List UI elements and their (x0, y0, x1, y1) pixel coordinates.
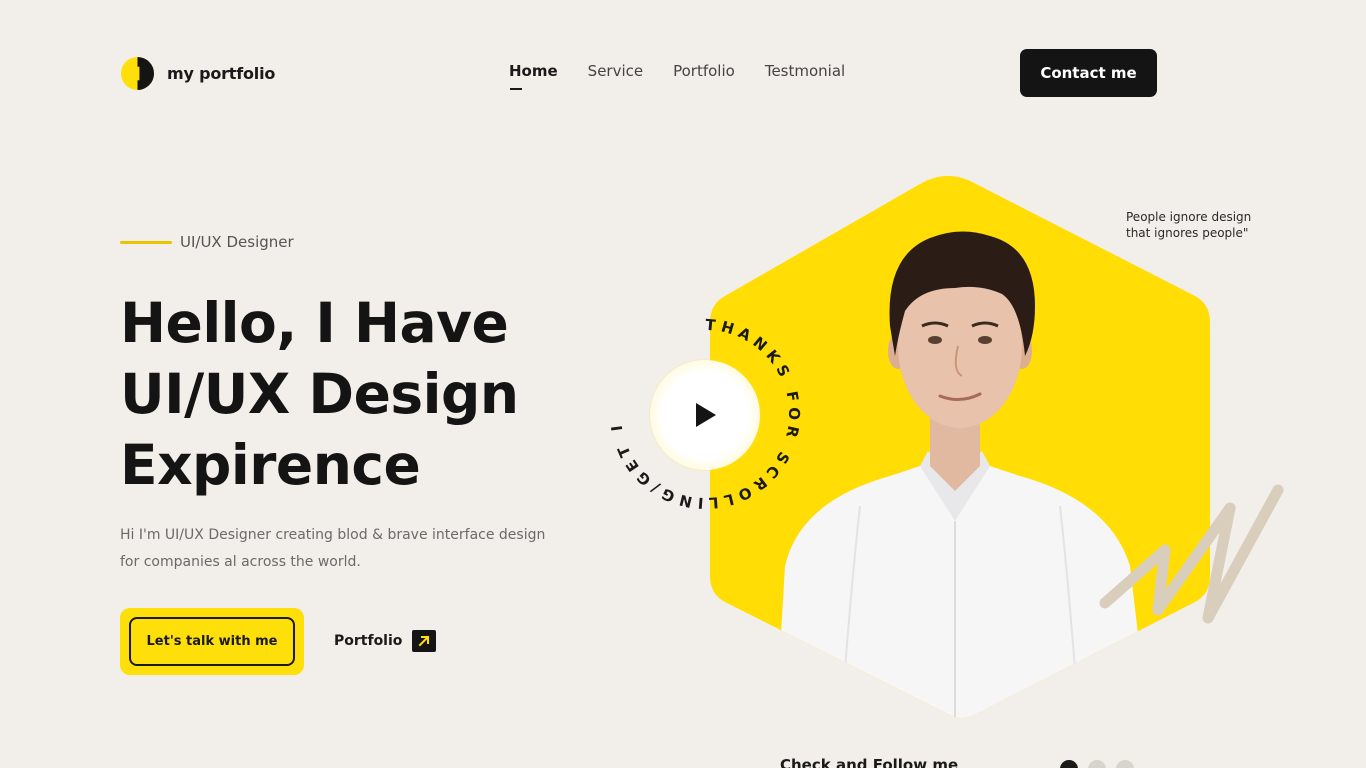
social-icon-3[interactable] (1116, 760, 1134, 768)
headline-line-1: Hello, I Have (120, 291, 509, 355)
design-quote: People ignore design that ignores people… (1126, 210, 1252, 240)
role-eyebrow: UI/UX Designer (120, 233, 294, 251)
logo[interactable]: my portfolio (120, 56, 275, 91)
nav-item-portfolio[interactable]: Portfolio (673, 62, 735, 80)
social-links (1060, 760, 1134, 768)
lets-talk-label: Let's talk with me (129, 617, 295, 666)
eyebrow-line (120, 240, 172, 244)
nav-item-service[interactable]: Service (588, 62, 643, 80)
arrow-up-right-icon (412, 630, 437, 652)
hero-headline: Hello, I Have UI/UX Design Expirence (120, 288, 600, 501)
portfolio-link[interactable]: Portfolio (334, 630, 437, 652)
role-label: UI/UX Designer (180, 233, 294, 251)
social-icon-1[interactable] (1060, 760, 1078, 768)
headline-line-2: UI/UX Design (120, 362, 519, 426)
lets-talk-button[interactable]: Let's talk with me (120, 608, 304, 675)
headline-line-3: Expirence (120, 433, 421, 497)
main-nav: Home Service Portfolio Testmonial (509, 62, 845, 90)
play-icon (696, 403, 716, 427)
scribble-decoration (1099, 484, 1284, 624)
portfolio-link-label: Portfolio (334, 633, 403, 649)
hero-description: Hi I'm UI/UX Designer creating blod & br… (120, 527, 546, 570)
nav-item-testimonial[interactable]: Testmonial (765, 62, 845, 80)
contact-me-button[interactable]: Contact me (1020, 49, 1157, 97)
nav-item-home[interactable]: Home (509, 62, 558, 90)
social-icon-2[interactable] (1088, 760, 1106, 768)
logo-icon (120, 56, 155, 91)
follow-label: Check and Follow me (780, 756, 959, 768)
play-button[interactable] (650, 360, 760, 470)
logo-text: my portfolio (167, 64, 276, 83)
